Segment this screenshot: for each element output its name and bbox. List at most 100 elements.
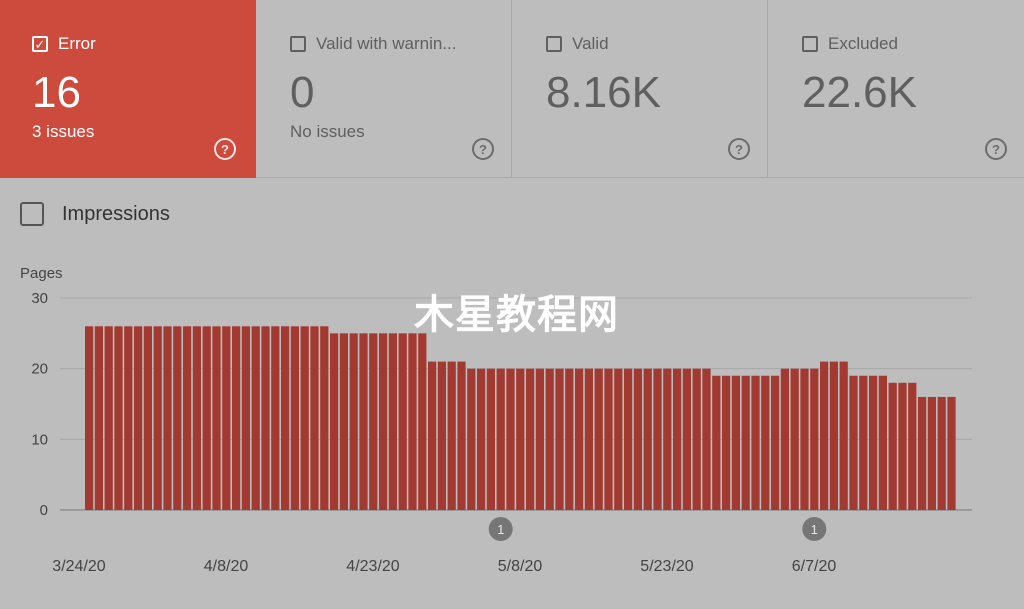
bar[interactable] xyxy=(457,361,466,510)
bar[interactable] xyxy=(535,368,544,510)
bar[interactable] xyxy=(927,396,936,510)
bar[interactable] xyxy=(281,326,290,510)
bar[interactable] xyxy=(771,375,780,510)
card-excluded[interactable]: Excluded 22.6K ? xyxy=(768,0,1024,178)
bar[interactable] xyxy=(614,368,623,510)
bar[interactable] xyxy=(222,326,231,510)
bar[interactable] xyxy=(408,333,417,510)
bar[interactable] xyxy=(575,368,584,510)
bar[interactable] xyxy=(839,361,848,510)
bar[interactable] xyxy=(94,326,103,510)
bar[interactable] xyxy=(604,368,613,510)
bar[interactable] xyxy=(300,326,309,510)
bar[interactable] xyxy=(320,326,329,510)
bar[interactable] xyxy=(545,368,554,510)
help-icon[interactable]: ? xyxy=(472,138,494,160)
bar[interactable] xyxy=(849,375,858,510)
bar[interactable] xyxy=(702,368,711,510)
bar[interactable] xyxy=(437,361,446,510)
bar[interactable] xyxy=(467,368,476,510)
bar[interactable] xyxy=(712,375,721,510)
bar[interactable] xyxy=(388,333,397,510)
impressions-toggle[interactable]: Impressions xyxy=(20,202,170,226)
bar[interactable] xyxy=(369,333,378,510)
bar[interactable] xyxy=(751,375,760,510)
bar[interactable] xyxy=(898,382,907,510)
bar[interactable] xyxy=(731,375,740,510)
bar[interactable] xyxy=(134,326,143,510)
bar[interactable] xyxy=(124,326,133,510)
card-valid-header[interactable]: Valid xyxy=(546,34,609,54)
bar[interactable] xyxy=(290,326,299,510)
bar[interactable] xyxy=(692,368,701,510)
bar[interactable] xyxy=(908,382,917,510)
bar[interactable] xyxy=(143,326,152,510)
bar[interactable] xyxy=(820,361,829,510)
card-valid-with-warnings[interactable]: Valid with warnin... 0 No issues ? xyxy=(256,0,512,178)
bar[interactable] xyxy=(682,368,691,510)
help-icon[interactable]: ? xyxy=(728,138,750,160)
bar[interactable] xyxy=(379,333,388,510)
bar[interactable] xyxy=(869,375,878,510)
bar[interactable] xyxy=(722,375,731,510)
bar[interactable] xyxy=(192,326,201,510)
card-error[interactable]: ✓ Error 16 3 issues ? xyxy=(0,0,256,178)
bar[interactable] xyxy=(584,368,593,510)
bar[interactable] xyxy=(232,326,241,510)
bar[interactable] xyxy=(594,368,603,510)
bar[interactable] xyxy=(526,368,535,510)
bar[interactable] xyxy=(212,326,221,510)
bar[interactable] xyxy=(810,368,819,510)
help-icon[interactable]: ? xyxy=(214,138,236,160)
bar[interactable] xyxy=(104,326,113,510)
checkbox-icon[interactable] xyxy=(290,36,306,52)
checkbox-icon[interactable] xyxy=(802,36,818,52)
checkbox-checked-icon[interactable]: ✓ xyxy=(32,36,48,52)
card-valid[interactable]: Valid 8.16K ? xyxy=(512,0,768,178)
bar[interactable] xyxy=(663,368,672,510)
bar[interactable] xyxy=(761,375,770,510)
bar[interactable] xyxy=(565,368,574,510)
bar[interactable] xyxy=(339,333,348,510)
bar[interactable] xyxy=(183,326,192,510)
bar[interactable] xyxy=(829,361,838,510)
bar[interactable] xyxy=(241,326,250,510)
bar[interactable] xyxy=(937,396,946,510)
bar[interactable] xyxy=(947,396,956,510)
bar[interactable] xyxy=(418,333,427,510)
bar[interactable] xyxy=(790,368,799,510)
bar[interactable] xyxy=(506,368,515,510)
bar[interactable] xyxy=(496,368,505,510)
bar[interactable] xyxy=(653,368,662,510)
bar[interactable] xyxy=(85,326,94,510)
bar[interactable] xyxy=(780,368,789,510)
bar[interactable] xyxy=(447,361,456,510)
checkbox-icon[interactable] xyxy=(546,36,562,52)
bar[interactable] xyxy=(428,361,437,510)
bar[interactable] xyxy=(624,368,633,510)
bar[interactable] xyxy=(918,396,927,510)
help-icon[interactable]: ? xyxy=(985,138,1007,160)
bar[interactable] xyxy=(741,375,750,510)
bar[interactable] xyxy=(114,326,123,510)
bar[interactable] xyxy=(271,326,280,510)
bar[interactable] xyxy=(251,326,260,510)
bar[interactable] xyxy=(173,326,182,510)
bar[interactable] xyxy=(398,333,407,510)
bar[interactable] xyxy=(633,368,642,510)
bar[interactable] xyxy=(261,326,270,510)
bar[interactable] xyxy=(477,368,486,510)
impressions-checkbox[interactable] xyxy=(20,202,44,226)
bar[interactable] xyxy=(878,375,887,510)
bar[interactable] xyxy=(349,333,358,510)
bar[interactable] xyxy=(359,333,368,510)
bar[interactable] xyxy=(800,368,809,510)
bar[interactable] xyxy=(643,368,652,510)
card-excluded-header[interactable]: Excluded xyxy=(802,34,898,54)
bar[interactable] xyxy=(486,368,495,510)
bar[interactable] xyxy=(516,368,525,510)
bar[interactable] xyxy=(859,375,868,510)
bar[interactable] xyxy=(888,382,897,510)
bar[interactable] xyxy=(673,368,682,510)
bar[interactable] xyxy=(153,326,162,510)
